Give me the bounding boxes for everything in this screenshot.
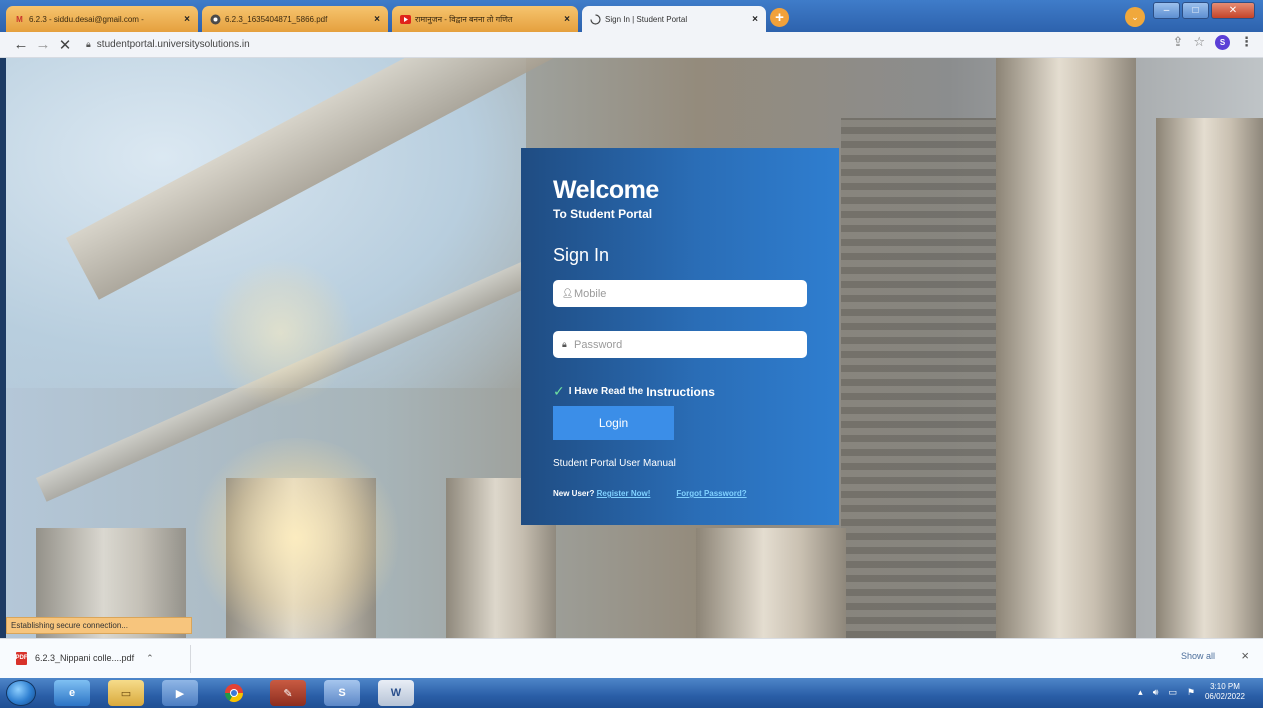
action-center-flag-icon[interactable]: ⚑ (1187, 687, 1195, 698)
close-tab-icon[interactable]: × (752, 14, 758, 25)
building-column (1156, 118, 1263, 638)
tab-label: 6.2.3 - siddu.desai@gmail.com - (29, 14, 144, 24)
welcome-subtitle: To Student Portal (553, 207, 653, 221)
tab-label: रामानुजन - विद्वान बनना तो गणित (415, 14, 513, 24)
close-tab-icon[interactable]: × (564, 14, 570, 25)
file-explorer-icon[interactable]: ▭ (108, 680, 144, 706)
tab-label: Sign In | Student Portal (605, 14, 688, 24)
volume-icon[interactable]: 🔊︎ (1153, 687, 1159, 698)
minimize-button[interactable]: – (1153, 2, 1180, 19)
profile-avatar[interactable]: S (1215, 34, 1230, 50)
password-input[interactable] (574, 338, 794, 351)
address-bar[interactable]: studentportal.universitysolutions.in (97, 39, 250, 50)
close-tab-icon[interactable]: × (374, 14, 380, 25)
windows-taskbar: e ▭ ▶ ✎ S W ▴ 🔊︎ ▭ ⚑ 3:10 PM 06/02/2022 (0, 678, 1263, 708)
gmail-icon: M (16, 14, 23, 24)
internet-explorer-icon[interactable]: e (54, 680, 90, 706)
login-card: Welcome To Student Portal Sign In 👤︎ 🔒︎ … (521, 148, 839, 525)
close-downloads-icon[interactable]: × (1241, 648, 1249, 663)
building-column (996, 58, 1136, 638)
maximize-button[interactable]: □ (1182, 2, 1209, 19)
forward-arrow-icon[interactable]: → (32, 34, 54, 56)
window-controls: – □ ✕ (1153, 2, 1255, 19)
agree-text: I Have Read the (568, 386, 644, 397)
instructions-agreement[interactable]: ✓ I Have Read the Instructions (553, 383, 715, 400)
loading-icon (590, 13, 601, 25)
stop-loading-icon[interactable]: ✕ (54, 34, 76, 56)
clock-time: 3:10 PM (1210, 682, 1240, 691)
password-field[interactable]: 🔒︎ (553, 331, 807, 358)
pdf-file-icon: PDF (16, 651, 28, 665)
close-tab-icon[interactable]: × (184, 14, 190, 25)
network-icon[interactable]: ▭ (1168, 687, 1177, 698)
youtube-icon (400, 14, 411, 25)
chevron-up-icon[interactable]: ⌃ (146, 653, 154, 664)
chrome-icon (210, 14, 221, 25)
system-tray: ▴ 🔊︎ ▭ ⚑ 3:10 PM 06/02/2022 (1138, 682, 1245, 702)
lock-icon: 🔒︎ (562, 339, 567, 349)
new-tab-button[interactable]: + (770, 8, 789, 27)
browser-toolbar: ← → ✕ 🔒︎ studentportal.universitysolutio… (0, 32, 1263, 58)
checkmark-icon[interactable]: ✓ (553, 383, 565, 400)
tab-gmail[interactable]: M 6.2.3 - siddu.desai@gmail.com - × (6, 6, 198, 32)
word-icon[interactable]: W (378, 680, 414, 706)
sunlight-glow (206, 258, 356, 408)
status-bubble: Establishing secure connection... (6, 617, 192, 634)
sunlight-glow (186, 438, 406, 638)
media-player-icon[interactable]: ▶ (162, 680, 198, 706)
chrome-profile-icon[interactable]: S (324, 680, 360, 706)
bookmark-star-icon[interactable]: ☆ (1193, 34, 1205, 50)
close-window-button[interactable]: ✕ (1211, 2, 1255, 19)
welcome-title: Welcome (553, 176, 659, 204)
clock[interactable]: 3:10 PM 06/02/2022 (1205, 682, 1245, 702)
instructions-link[interactable]: Instructions (646, 385, 715, 399)
login-button[interactable]: Login (553, 406, 674, 440)
clock-date: 06/02/2022 (1204, 692, 1245, 701)
menu-kebab-icon[interactable]: ⋮ (1240, 34, 1253, 50)
user-icon: 👤︎ (562, 288, 574, 298)
show-all-button[interactable]: Show all (1181, 651, 1215, 661)
tab-student-portal[interactable]: Sign In | Student Portal × (582, 6, 766, 32)
sign-in-heading: Sign In (553, 245, 610, 265)
chrome-taskbar-icon[interactable] (216, 680, 252, 706)
user-manual-link[interactable]: Student Portal User Manual (553, 458, 676, 469)
building-column (696, 528, 846, 638)
browser-tab-strip: M 6.2.3 - siddu.desai@gmail.com - × 6.2.… (0, 0, 1263, 32)
mobile-field[interactable]: 👤︎ (553, 280, 807, 307)
tab-pdf[interactable]: 6.2.3_1635404871_5866.pdf × (202, 6, 388, 32)
lock-icon[interactable]: 🔒︎ (86, 39, 91, 50)
share-icon[interactable]: ⇪ (1172, 34, 1183, 50)
download-file-name: 6.2.3_Nippani colle....pdf (35, 653, 135, 663)
back-arrow-icon[interactable]: ← (10, 34, 32, 56)
divider (190, 645, 191, 673)
paint-icon[interactable]: ✎ (270, 680, 306, 706)
start-button[interactable] (6, 680, 36, 706)
downloads-bar: PDF 6.2.3_Nippani colle....pdf ⌃ Show al… (0, 638, 1263, 678)
tab-label: 6.2.3_1635404871_5866.pdf (225, 14, 328, 24)
show-hidden-icons[interactable]: ▴ (1138, 687, 1143, 698)
forgot-password-link[interactable]: Forgot Password? (676, 489, 746, 498)
register-link[interactable]: Register Now! (597, 489, 651, 498)
toolbar-actions: ⇪ ☆ S ⋮ (1172, 34, 1253, 50)
download-item[interactable]: PDF 6.2.3_Nippani colle....pdf ⌃ (16, 647, 154, 669)
account-links: New User? Register Now! Forgot Password? (553, 489, 747, 498)
new-user-label: New User? (553, 489, 595, 498)
tab-search-icon[interactable]: ⌄ (1125, 7, 1145, 27)
tab-youtube[interactable]: रामानुजन - विद्वान बनना तो गणित × (392, 6, 578, 32)
mobile-input[interactable] (574, 287, 794, 300)
